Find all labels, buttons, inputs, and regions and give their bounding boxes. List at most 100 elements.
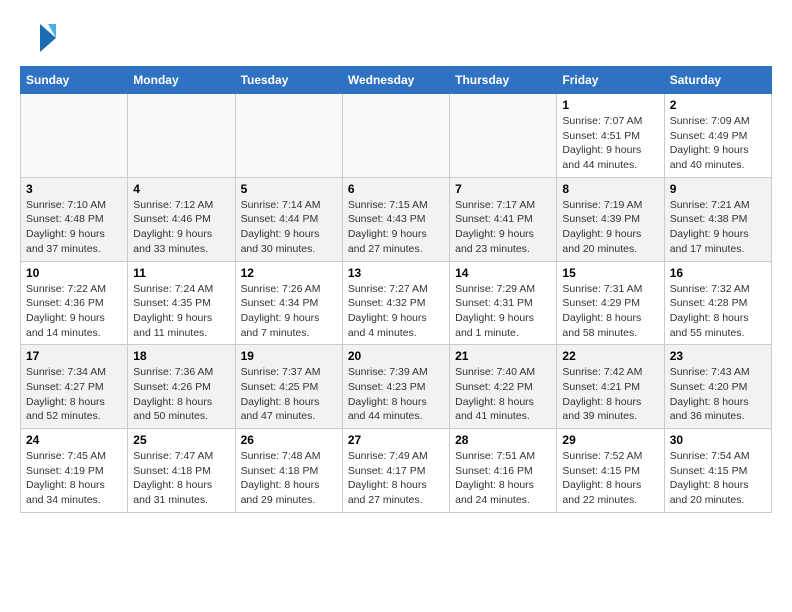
day-number: 4 xyxy=(133,182,229,196)
day-info: Sunrise: 7:40 AMSunset: 4:22 PMDaylight:… xyxy=(455,365,551,424)
calendar-cell: 24 Sunrise: 7:45 AMSunset: 4:19 PMDayligh… xyxy=(21,429,128,513)
day-number: 7 xyxy=(455,182,551,196)
day-info: Sunrise: 7:32 AMSunset: 4:28 PMDaylight:… xyxy=(670,282,766,341)
day-info: Sunrise: 7:27 AMSunset: 4:32 PMDaylight:… xyxy=(348,282,444,341)
calendar-cell: 9Sunrise: 7:21 AMSunset: 4:38 PMDaylight… xyxy=(664,177,771,261)
weekday-header: Friday xyxy=(557,67,664,94)
calendar-cell: 22 Sunrise: 7:42 AMSunset: 4:21 PMDayligh… xyxy=(557,345,664,429)
day-info: Sunrise: 7:15 AMSunset: 4:43 PMDaylight:… xyxy=(348,198,444,257)
day-number: 23 xyxy=(670,349,766,363)
calendar-cell: 6 Sunrise: 7:15 AMSunset: 4:43 PMDaylight… xyxy=(342,177,449,261)
calendar-cell: 25 Sunrise: 7:47 AMSunset: 4:18 PMDayligh… xyxy=(128,429,235,513)
calendar-cell: 14Sunrise: 7:29 AMSunset: 4:31 PMDayligh… xyxy=(450,261,557,345)
calendar-cell: 13 Sunrise: 7:27 AMSunset: 4:32 PMDayligh… xyxy=(342,261,449,345)
day-number: 26 xyxy=(241,433,337,447)
day-info: Sunrise: 7:29 AMSunset: 4:31 PMDaylight:… xyxy=(455,282,551,341)
calendar-cell: 23Sunrise: 7:43 AMSunset: 4:20 PMDayligh… xyxy=(664,345,771,429)
calendar-cell: 30 Sunrise: 7:54 AMSunset: 4:15 PMDayligh… xyxy=(664,429,771,513)
day-number: 28 xyxy=(455,433,551,447)
day-number: 22 xyxy=(562,349,658,363)
day-number: 5 xyxy=(241,182,337,196)
logo-icon xyxy=(20,20,56,56)
day-number: 9 xyxy=(670,182,766,196)
day-number: 25 xyxy=(133,433,229,447)
header xyxy=(20,20,772,56)
day-number: 3 xyxy=(26,182,122,196)
calendar-cell: 10 Sunrise: 7:22 AMSunset: 4:36 PMDayligh… xyxy=(21,261,128,345)
weekday-header: Sunday xyxy=(21,67,128,94)
calendar-cell: 12 Sunrise: 7:26 AMSunset: 4:34 PMDayligh… xyxy=(235,261,342,345)
day-info: Sunrise: 7:22 AMSunset: 4:36 PMDaylight:… xyxy=(26,282,122,341)
calendar-cell xyxy=(235,94,342,178)
calendar-cell: 5 Sunrise: 7:14 AMSunset: 4:44 PMDaylight… xyxy=(235,177,342,261)
calendar-cell: 3 Sunrise: 7:10 AMSunset: 4:48 PMDaylight… xyxy=(21,177,128,261)
calendar-cell: 16 Sunrise: 7:32 AMSunset: 4:28 PMDayligh… xyxy=(664,261,771,345)
calendar-cell: 18 Sunrise: 7:36 AMSunset: 4:26 PMDayligh… xyxy=(128,345,235,429)
day-number: 24 xyxy=(26,433,122,447)
calendar-cell: 20 Sunrise: 7:39 AMSunset: 4:23 PMDayligh… xyxy=(342,345,449,429)
day-number: 20 xyxy=(348,349,444,363)
day-info: Sunrise: 7:37 AMSunset: 4:25 PMDaylight:… xyxy=(241,365,337,424)
day-number: 8 xyxy=(562,182,658,196)
day-info: Sunrise: 7:14 AMSunset: 4:44 PMDaylight:… xyxy=(241,198,337,257)
day-info: Sunrise: 7:34 AMSunset: 4:27 PMDaylight:… xyxy=(26,365,122,424)
day-info: Sunrise: 7:42 AMSunset: 4:21 PMDaylight:… xyxy=(562,365,658,424)
logo xyxy=(20,20,60,56)
day-number: 11 xyxy=(133,266,229,280)
day-info: Sunrise: 7:52 AMSunset: 4:15 PMDaylight:… xyxy=(562,449,658,508)
day-info: Sunrise: 7:19 AMSunset: 4:39 PMDaylight:… xyxy=(562,198,658,257)
calendar: SundayMondayTuesdayWednesdayThursdayFrid… xyxy=(20,66,772,513)
calendar-cell xyxy=(128,94,235,178)
weekday-header: Monday xyxy=(128,67,235,94)
day-number: 15 xyxy=(562,266,658,280)
day-number: 18 xyxy=(133,349,229,363)
day-info: Sunrise: 7:51 AMSunset: 4:16 PMDaylight:… xyxy=(455,449,551,508)
day-info: Sunrise: 7:09 AMSunset: 4:49 PMDaylight:… xyxy=(670,114,766,173)
day-info: Sunrise: 7:49 AMSunset: 4:17 PMDaylight:… xyxy=(348,449,444,508)
day-info: Sunrise: 7:54 AMSunset: 4:15 PMDaylight:… xyxy=(670,449,766,508)
day-number: 16 xyxy=(670,266,766,280)
weekday-header: Thursday xyxy=(450,67,557,94)
day-info: Sunrise: 7:39 AMSunset: 4:23 PMDaylight:… xyxy=(348,365,444,424)
day-number: 17 xyxy=(26,349,122,363)
day-number: 27 xyxy=(348,433,444,447)
weekday-header: Wednesday xyxy=(342,67,449,94)
day-info: Sunrise: 7:12 AMSunset: 4:46 PMDaylight:… xyxy=(133,198,229,257)
calendar-cell: 28 Sunrise: 7:51 AMSunset: 4:16 PMDayligh… xyxy=(450,429,557,513)
day-info: Sunrise: 7:10 AMSunset: 4:48 PMDaylight:… xyxy=(26,198,122,257)
day-number: 6 xyxy=(348,182,444,196)
day-number: 21 xyxy=(455,349,551,363)
calendar-cell xyxy=(450,94,557,178)
day-number: 30 xyxy=(670,433,766,447)
calendar-cell xyxy=(342,94,449,178)
calendar-cell: 29 Sunrise: 7:52 AMSunset: 4:15 PMDayligh… xyxy=(557,429,664,513)
day-number: 10 xyxy=(26,266,122,280)
day-info: Sunrise: 7:26 AMSunset: 4:34 PMDaylight:… xyxy=(241,282,337,341)
calendar-cell: 4 Sunrise: 7:12 AMSunset: 4:46 PMDaylight… xyxy=(128,177,235,261)
day-info: Sunrise: 7:48 AMSunset: 4:18 PMDaylight:… xyxy=(241,449,337,508)
day-info: Sunrise: 7:45 AMSunset: 4:19 PMDaylight:… xyxy=(26,449,122,508)
day-info: Sunrise: 7:36 AMSunset: 4:26 PMDaylight:… xyxy=(133,365,229,424)
day-info: Sunrise: 7:17 AMSunset: 4:41 PMDaylight:… xyxy=(455,198,551,257)
calendar-cell: 11 Sunrise: 7:24 AMSunset: 4:35 PMDayligh… xyxy=(128,261,235,345)
calendar-cell xyxy=(21,94,128,178)
day-number: 13 xyxy=(348,266,444,280)
calendar-cell: 17 Sunrise: 7:34 AMSunset: 4:27 PMDayligh… xyxy=(21,345,128,429)
day-info: Sunrise: 7:31 AMSunset: 4:29 PMDaylight:… xyxy=(562,282,658,341)
day-number: 1 xyxy=(562,98,658,112)
day-number: 19 xyxy=(241,349,337,363)
day-number: 12 xyxy=(241,266,337,280)
day-number: 29 xyxy=(562,433,658,447)
calendar-cell: 1 Sunrise: 7:07 AMSunset: 4:51 PMDaylight… xyxy=(557,94,664,178)
calendar-cell: 21 Sunrise: 7:40 AMSunset: 4:22 PMDayligh… xyxy=(450,345,557,429)
day-info: Sunrise: 7:24 AMSunset: 4:35 PMDaylight:… xyxy=(133,282,229,341)
calendar-cell: 19 Sunrise: 7:37 AMSunset: 4:25 PMDayligh… xyxy=(235,345,342,429)
calendar-cell: 2Sunrise: 7:09 AMSunset: 4:49 PMDaylight… xyxy=(664,94,771,178)
day-info: Sunrise: 7:47 AMSunset: 4:18 PMDaylight:… xyxy=(133,449,229,508)
weekday-header: Saturday xyxy=(664,67,771,94)
calendar-cell: 7 Sunrise: 7:17 AMSunset: 4:41 PMDaylight… xyxy=(450,177,557,261)
weekday-header: Tuesday xyxy=(235,67,342,94)
calendar-cell: 8 Sunrise: 7:19 AMSunset: 4:39 PMDaylight… xyxy=(557,177,664,261)
day-info: Sunrise: 7:07 AMSunset: 4:51 PMDaylight:… xyxy=(562,114,658,173)
calendar-cell: 26 Sunrise: 7:48 AMSunset: 4:18 PMDayligh… xyxy=(235,429,342,513)
